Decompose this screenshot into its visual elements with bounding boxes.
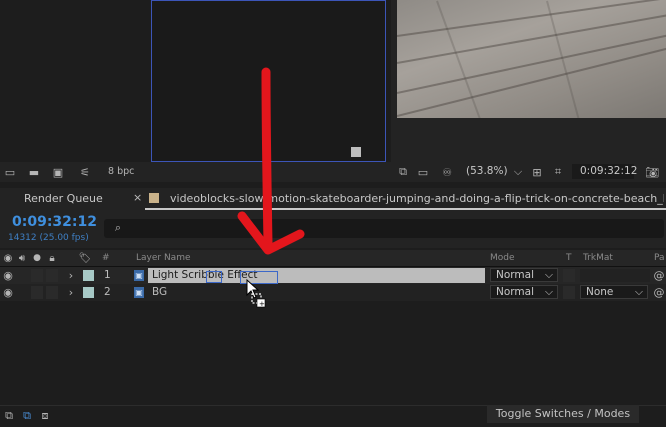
- toggle-switches-modes-button[interactable]: Toggle Switches / Modes: [487, 405, 639, 423]
- parent-pickwhip-icon[interactable]: @: [653, 286, 665, 299]
- layer-column-header: ◉ 🔊︎ ● 🔒︎ 🏷︎ # Layer Name Mode T TrkMat …: [0, 250, 666, 267]
- monitor-icon[interactable]: ▭: [416, 165, 430, 179]
- in-out-stretch-toggle-icon[interactable]: ⧈: [38, 409, 52, 423]
- layer-row-2[interactable]: ◉ › 2 ▣ BG Normal ⌵ None ⌵ @: [0, 284, 666, 301]
- current-time-display[interactable]: 0:09:32:12: [12, 214, 97, 230]
- audio-header-icon: 🔊︎: [18, 252, 26, 264]
- trkmat-dropdown[interactable]: None ⌵: [580, 285, 648, 299]
- new-folder-icon[interactable]: ▬: [26, 165, 42, 179]
- mode-dropdown[interactable]: Normal ⌵: [490, 285, 558, 299]
- column-parent: Pa: [654, 253, 665, 263]
- composition-color-swatch-icon: [149, 193, 159, 203]
- red-arrow-annotation: [237, 67, 305, 255]
- zoom-level[interactable]: (53.8%): [466, 165, 508, 177]
- panel-resize-icon[interactable]: [351, 147, 361, 157]
- layer-search-input[interactable]: ⌕: [104, 219, 664, 238]
- composition-layer-icon: ▣: [134, 270, 144, 281]
- layer-row-1[interactable]: ◉ › 1 ▣ Light Scribble Effect Normal ⌵ @: [0, 267, 666, 284]
- transfer-controls-toggle-icon[interactable]: ⧉: [20, 409, 34, 423]
- column-trkmat: TrkMat: [583, 253, 613, 263]
- layer-index: 2: [104, 286, 111, 298]
- mouse-cursor-icon: +: [246, 278, 268, 309]
- fit-icon[interactable]: ⊞: [530, 165, 544, 179]
- eye-icon[interactable]: ◉: [2, 269, 14, 282]
- bit-depth-button[interactable]: 8 bpc: [108, 166, 134, 177]
- region-of-interest-icon[interactable]: ⌗: [551, 165, 565, 179]
- composition-layer-icon: ▣: [134, 287, 144, 298]
- column-layer-name[interactable]: Layer Name: [136, 253, 191, 263]
- video-frame: [397, 0, 666, 118]
- layer-label-swatch[interactable]: [83, 270, 94, 281]
- search-icon: ⌕: [114, 221, 122, 234]
- eye-icon[interactable]: ◉: [2, 286, 14, 299]
- label-header-icon: 🏷︎: [78, 252, 92, 264]
- layer-switches-toggle-icon[interactable]: ⧉: [2, 409, 16, 423]
- svg-text:+: +: [259, 300, 265, 308]
- project-panel: [0, 0, 150, 162]
- video-visibility-header-icon: ◉: [3, 252, 13, 264]
- always-preview-icon[interactable]: ⧉: [396, 165, 410, 179]
- mask-visibility-icon[interactable]: ♾: [438, 165, 456, 179]
- delete-icon[interactable]: ⚟: [76, 165, 94, 179]
- new-composition-icon[interactable]: ▣: [50, 165, 66, 179]
- zoom-chevron-icon[interactable]: ⌵: [512, 165, 524, 179]
- panel-tab-bar: Render Queue × videoblocks-slow-motion-s…: [0, 188, 666, 210]
- expand-chevron-icon[interactable]: ›: [66, 286, 76, 299]
- lock-header-icon: 🔒︎: [49, 252, 55, 264]
- interpret-footage-icon[interactable]: ▭: [2, 165, 18, 179]
- solo-header-icon: ●: [33, 253, 41, 263]
- viewer-timecode[interactable]: 0:09:32:12: [580, 165, 637, 177]
- drag-selection-box: [206, 271, 222, 283]
- snapshot-camera-icon[interactable]: 📷︎: [644, 165, 660, 179]
- close-tab-icon[interactable]: ×: [133, 191, 142, 204]
- viewer-status-bar: ▭ ▬ ▣ ⚟ 8 bpc ⧉ ▭ ♾ (53.8%) ⌵ ⊞ ⌗ 0:09:3…: [0, 162, 666, 182]
- chevron-down-icon: ⌵: [545, 286, 553, 298]
- mode-dropdown[interactable]: Normal ⌵: [490, 268, 558, 282]
- layer-label-swatch[interactable]: [83, 287, 94, 298]
- layer-index: 1: [104, 269, 111, 281]
- parent-pickwhip-icon[interactable]: @: [653, 269, 665, 282]
- expand-chevron-icon[interactable]: ›: [66, 269, 76, 282]
- column-mode: Mode: [490, 253, 515, 263]
- column-t: T: [566, 253, 572, 263]
- chevron-down-icon: ⌵: [545, 269, 553, 281]
- chevron-down-icon: ⌵: [635, 286, 643, 298]
- layer-list-empty-area[interactable]: [0, 301, 666, 405]
- column-number: #: [102, 253, 110, 263]
- tab-render-queue[interactable]: Render Queue: [24, 192, 103, 205]
- frame-rate-info: 14312 (25.00 fps): [8, 233, 89, 243]
- layer-name[interactable]: BG: [152, 286, 167, 298]
